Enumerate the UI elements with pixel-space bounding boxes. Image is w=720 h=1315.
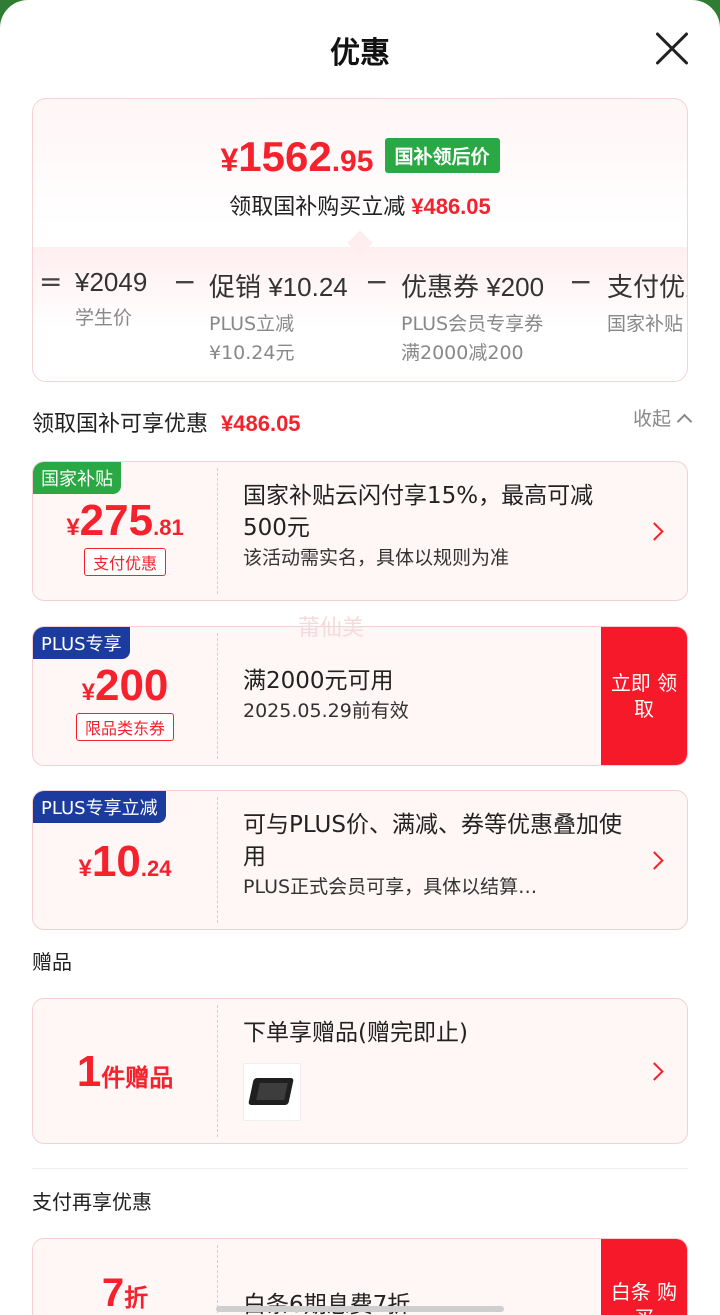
close-icon[interactable]: [654, 30, 690, 66]
op-minus: −: [569, 265, 593, 298]
sheet-title: 优惠: [330, 36, 390, 71]
divider: [32, 1168, 688, 1169]
card-title: 满2000元可用: [243, 668, 394, 694]
gift-title: 下单享赠品(赠完即止): [243, 1020, 468, 1046]
watermark: 莆仙美: [298, 616, 365, 641]
gift-count: 1件赠品: [76, 1047, 174, 1096]
claim-coupon-button[interactable]: 立即 领取: [601, 627, 687, 765]
payment-offer-card[interactable]: 7折 白条6期息费7折 白条 购买: [32, 1238, 688, 1315]
tablet-case-thumbnail-icon[interactable]: [243, 1063, 301, 1121]
subsidy-text: 领取国补购买立减: [229, 195, 406, 220]
gift-card[interactable]: 1件赠品 下单享赠品(赠完即止): [32, 998, 688, 1144]
baitiao-buy-button[interactable]: 白条 购买: [601, 1239, 687, 1315]
chevron-right-icon[interactable]: [645, 1062, 664, 1081]
card-tag: 限品类东券: [75, 713, 174, 741]
collapse-button[interactable]: 收起: [633, 404, 693, 431]
price-decimal: .95: [331, 145, 374, 178]
final-price: ¥1562.95 国补领后价: [33, 133, 687, 181]
coupon-card-plus[interactable]: PLUS专享 ¥200 限品类东券 满2000元可用 2025.05.29前有效…: [32, 626, 688, 766]
card-title: 可与PLUS价、满减、券等优惠叠加使用: [243, 812, 622, 870]
breakdown-item-student: ¥2049 学生价: [75, 267, 148, 329]
chevron-right-icon[interactable]: [645, 851, 664, 870]
discount-sheet: 优惠 ¥1562.95 国补领后价 领取国补购买立减 ¥486.05 = ¥204…: [0, 0, 720, 1315]
chevron-right-icon[interactable]: [645, 522, 664, 541]
subsidy-amount: ¥486.05: [411, 194, 491, 219]
card-tag: 支付优惠: [83, 548, 166, 576]
card-amount: ¥275.81: [66, 496, 184, 545]
coupon-card-plus-discount[interactable]: PLUS专享立减 ¥10.24 可与PLUS价、满减、券等优惠叠加使用 PLUS…: [32, 790, 688, 930]
price-tag: 国补领后价: [384, 138, 500, 173]
payment-discount: 7折: [101, 1271, 149, 1315]
subsidy-line: 领取国补购买立减 ¥486.05: [33, 189, 687, 221]
coupon-card-national-subsidy[interactable]: 国家补贴 ¥275.81 支付优惠 国家补贴云闪付享15%，最高可减500元 该…: [32, 461, 688, 601]
price-summary-card: ¥1562.95 国补领后价 领取国补购买立减 ¥486.05 = ¥2049 学…: [32, 98, 688, 382]
op-equals: =: [39, 265, 63, 298]
section-title-payment: 支付再享优惠: [32, 1190, 152, 1214]
price-integer: 1562: [238, 133, 332, 180]
breakdown-item-payment: 支付优惠 国家补贴: [607, 272, 687, 335]
price-currency: ¥: [220, 142, 239, 178]
op-minus: −: [365, 265, 389, 298]
card-desc: 2025.05.29前有效: [243, 700, 409, 722]
card-desc: 该活动需实名，具体以规则为准: [243, 547, 510, 569]
price-breakdown[interactable]: = ¥2049 学生价 − 促销 ¥10.24 PLUS立减 ¥10.24元 − …: [33, 247, 687, 381]
scrollbar[interactable]: [216, 1306, 504, 1312]
section-title-discounts: 领取国补可享优惠 ¥486.05: [32, 411, 301, 437]
card-amount: ¥10.24: [78, 837, 172, 886]
op-minus: −: [173, 265, 197, 298]
breakdown-item-promo: 促销 ¥10.24 PLUS立减 ¥10.24元: [209, 272, 348, 364]
breakdown-item-coupon: 优惠券 ¥200 PLUS会员专享券 满2000减200: [401, 272, 545, 364]
card-desc: PLUS正式会员可享，具体以结算…: [243, 876, 538, 898]
card-amount: ¥200: [81, 661, 169, 710]
card-title: 国家补贴云闪付享15%，最高可减500元: [243, 483, 594, 541]
chevron-up-icon: [676, 413, 693, 430]
section-title-gift: 赠品: [32, 950, 72, 974]
section-amount: ¥486.05: [221, 411, 301, 436]
